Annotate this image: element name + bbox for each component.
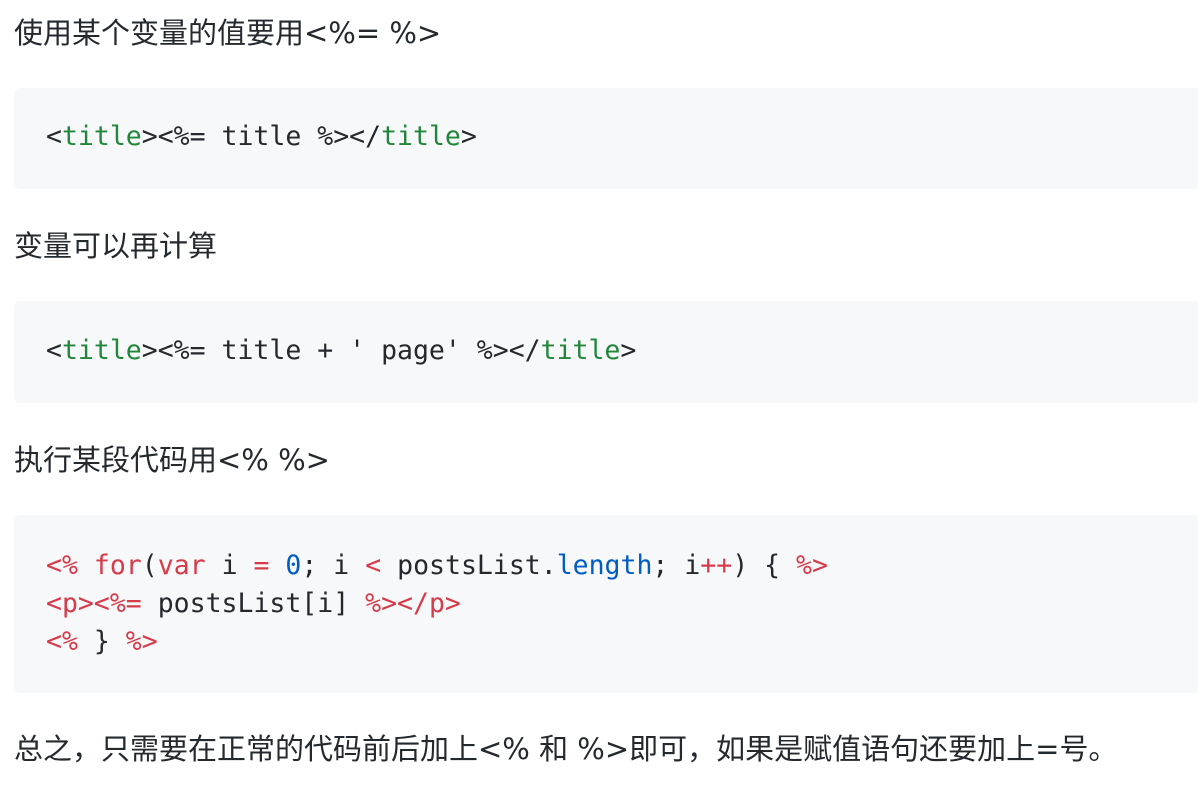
code-keyword: for — [93, 550, 142, 581]
code-line: <% } %> — [46, 623, 1198, 661]
code-token: ; i — [652, 550, 701, 581]
code-block-computed-title: <title><%= title + ' page' %></title> — [14, 301, 1198, 403]
code-line: <p><%= postsList[i] %></p> — [46, 585, 1198, 623]
code-block-output-title: <title><%= title %></title> — [14, 88, 1198, 189]
paragraph-output-tag: 使用某个变量的值要用<%= %> — [14, 16, 442, 50]
code-token: ; i — [301, 550, 366, 581]
code-operator: = — [253, 550, 270, 581]
code-tag-name: title — [540, 335, 621, 366]
code-token: postsList. — [381, 550, 557, 581]
code-token: > — [460, 121, 477, 152]
paragraph-execute-code: 执行某段代码用<% %> — [14, 443, 330, 477]
code-token: > — [620, 335, 637, 366]
code-operator: ++ — [700, 550, 733, 581]
code-delimiter: <% — [46, 626, 78, 657]
code-delimiter: %> — [365, 588, 398, 619]
code-token: i — [205, 550, 254, 581]
paragraph-summary: 总之，只需要在正常的代码前后加上<% 和 %>即可，如果是赋值语句还要加上=号。 — [14, 732, 1118, 766]
code-token: ><%= title + ' page' %></ — [141, 335, 541, 366]
code-property: length — [556, 550, 653, 581]
code-tag: <p> — [46, 588, 94, 619]
code-token: < — [46, 335, 62, 366]
code-tag-name: title — [61, 121, 142, 152]
code-token: ><%= title %></ — [141, 121, 382, 152]
code-line: <title><%= title %></title> — [46, 118, 1198, 156]
code-tag-name: title — [381, 121, 461, 152]
code-delimiter: %> — [796, 550, 828, 581]
code-delimiter: <%= — [93, 588, 142, 619]
code-line: <% for(var i = 0; i < postsList.length; … — [46, 547, 1198, 585]
paragraph-compute-variable: 变量可以再计算 — [14, 229, 218, 263]
code-keyword: var — [157, 550, 206, 581]
code-number: 0 — [285, 550, 302, 581]
code-token: } — [77, 626, 126, 657]
code-operator: < — [365, 550, 382, 581]
code-token: < — [46, 121, 62, 152]
code-block-for-loop: <% for(var i = 0; i < postsList.length; … — [14, 515, 1198, 693]
code-delimiter: %> — [125, 626, 158, 657]
code-tag-name: title — [61, 335, 142, 366]
code-token: ( — [141, 550, 158, 581]
code-delimiter: <% — [46, 550, 78, 581]
code-token: ) { — [732, 550, 797, 581]
code-line: <title><%= title + ' page' %></title> — [46, 332, 1198, 370]
code-token: postsList[i] — [141, 588, 366, 619]
code-tag: </p> — [397, 588, 461, 619]
